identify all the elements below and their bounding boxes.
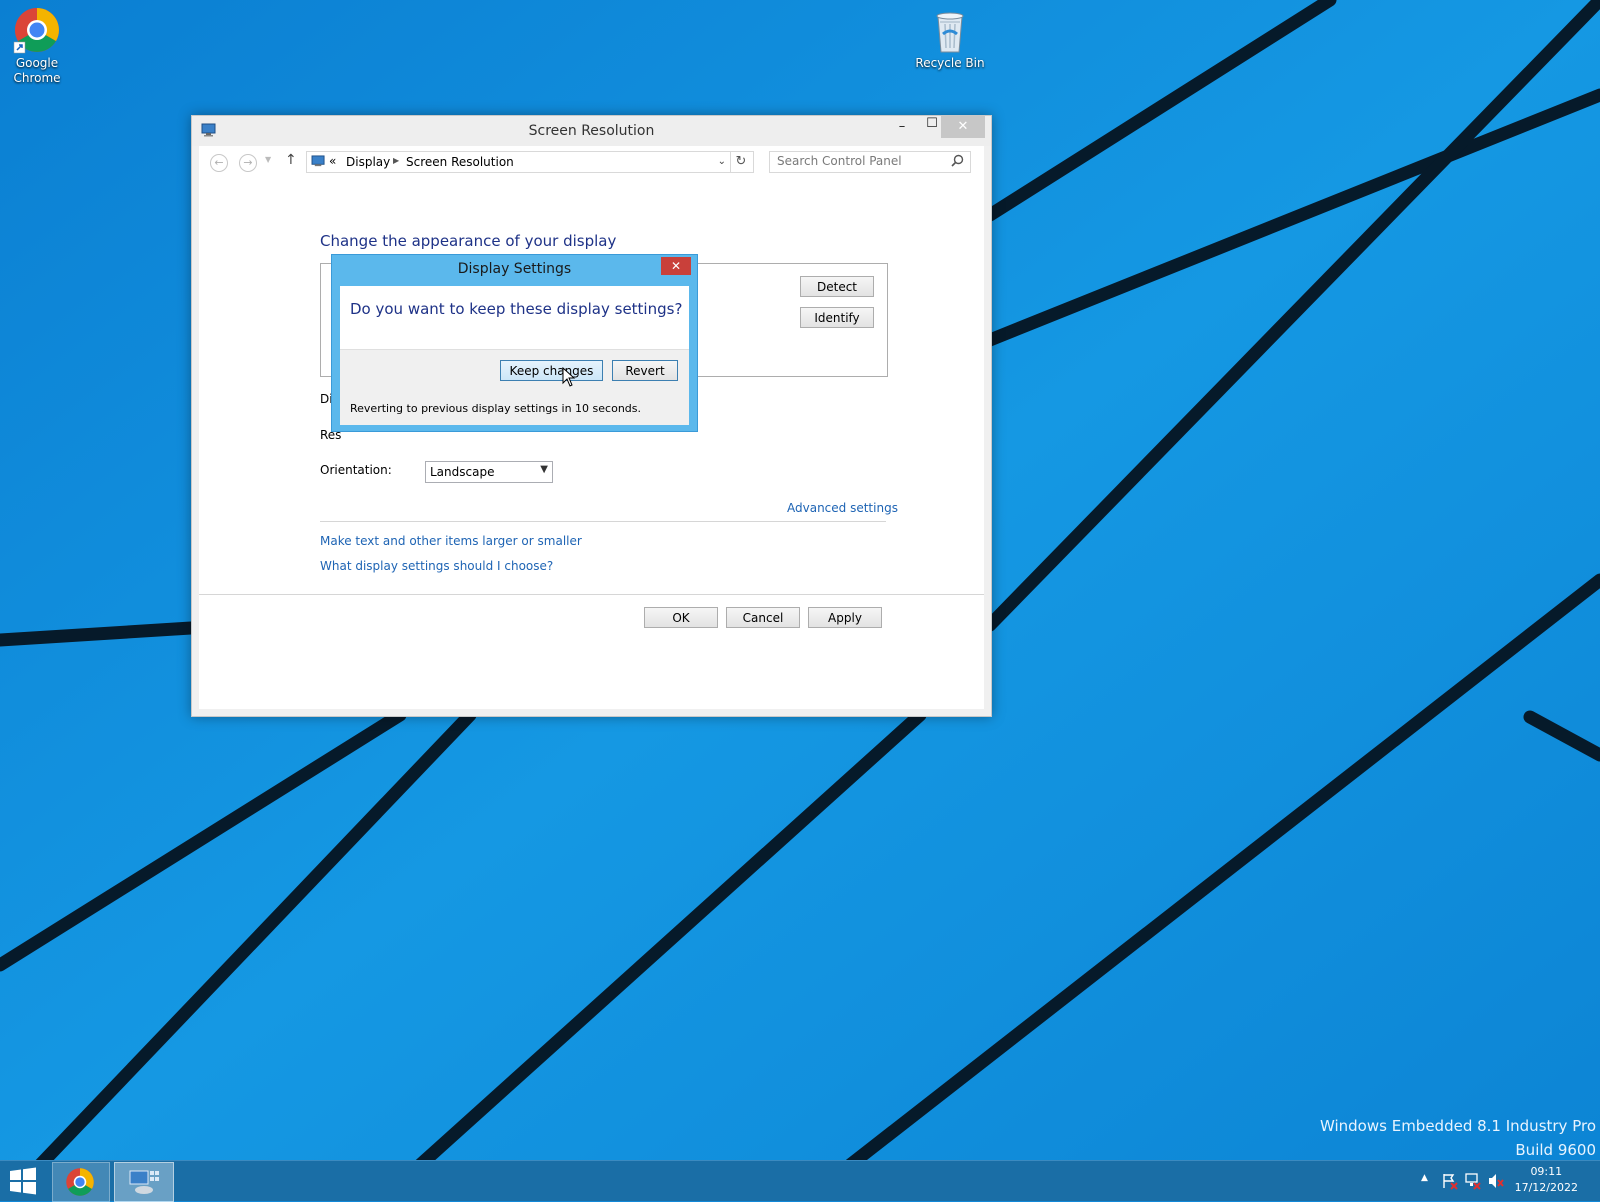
orientation-label: Orientation: — [320, 463, 392, 477]
navigation-bar: ← → ▼ ↑ « Display ▶ Screen Resolution ⌄ … — [199, 146, 984, 178]
apply-button[interactable]: Apply — [808, 607, 882, 628]
breadcrumb-display[interactable]: Display — [346, 155, 390, 169]
close-button[interactable]: ✕ — [941, 116, 985, 138]
display-settings-dialog: Display Settings ✕ Do you want to keep t… — [331, 254, 698, 432]
dialog-close-button[interactable]: ✕ — [661, 257, 691, 275]
taskbar-chrome[interactable] — [52, 1162, 110, 1202]
taskbar: ▲ 09:11 17/12/2022 — [0, 1160, 1600, 1202]
search-input[interactable] — [770, 152, 947, 170]
page-heading: Change the appearance of your display — [320, 232, 617, 250]
advanced-settings-link[interactable]: Advanced settings — [787, 501, 898, 515]
clock-date: 17/12/2022 — [1514, 1181, 1578, 1194]
identify-button[interactable]: Identify — [800, 307, 874, 328]
control-panel-icon — [311, 155, 326, 171]
windows-logo-icon — [10, 1167, 36, 1195]
recent-locations-chevron-icon[interactable]: ▼ — [265, 155, 271, 164]
mouse-cursor — [562, 367, 576, 387]
orientation-value: Landscape — [430, 465, 495, 479]
back-arrow-icon[interactable]: ← — [210, 154, 228, 172]
action-center-flag-icon[interactable] — [1441, 1172, 1459, 1190]
window-titlebar[interactable]: Screen Resolution – ☐ ✕ — [192, 116, 991, 146]
revert-button[interactable]: Revert — [612, 360, 678, 381]
revert-countdown-text: Reverting to previous display settings i… — [350, 402, 641, 415]
dialog-footer: Keep changes Revert Reverting to previou… — [340, 349, 689, 425]
taskbar-control-panel[interactable] — [114, 1162, 174, 1202]
detect-button[interactable]: Detect — [800, 276, 874, 297]
clock-time: 09:11 — [1530, 1165, 1563, 1178]
display-help-link[interactable]: What display settings should I choose? — [320, 559, 553, 573]
taskbar-clock[interactable]: 09:11 17/12/2022 — [1515, 1164, 1578, 1196]
breadcrumb-separator-icon: ▶ — [393, 156, 400, 165]
minimize-button[interactable]: – — [887, 116, 917, 138]
ok-button[interactable]: OK — [644, 607, 718, 628]
network-icon[interactable] — [1464, 1172, 1482, 1190]
keep-changes-button[interactable]: Keep changes — [500, 360, 603, 381]
volume-muted-icon[interactable] — [1487, 1172, 1505, 1190]
desktop-icon-label: Recycle Bin — [915, 56, 985, 70]
breadcrumb-screen-resolution[interactable]: Screen Resolution — [406, 155, 514, 169]
address-bar[interactable]: « Display ▶ Screen Resolution ⌄ — [306, 151, 731, 173]
forward-arrow-icon[interactable]: → — [239, 154, 257, 172]
google-chrome-icon — [13, 6, 61, 54]
show-hidden-icons-chevron-icon[interactable]: ▲ — [1421, 1173, 1428, 1183]
text-size-link[interactable]: Make text and other items larger or smal… — [320, 534, 582, 548]
chevron-down-icon: ▼ — [540, 464, 548, 475]
google-chrome-icon — [66, 1168, 94, 1196]
control-panel-icon — [129, 1170, 159, 1194]
search-icon[interactable] — [951, 154, 964, 170]
search-box — [769, 151, 971, 173]
window-title: Screen Resolution — [528, 123, 655, 139]
orientation-select[interactable]: Landscape ▼ — [425, 461, 553, 483]
address-dropdown-chevron-icon[interactable]: ⌄ — [718, 156, 726, 167]
breadcrumb-overflow[interactable]: « — [329, 154, 336, 168]
desktop-icon-recycle-bin[interactable]: Recycle Bin — [910, 6, 990, 71]
start-button[interactable] — [8, 1162, 44, 1200]
divider — [320, 521, 886, 522]
desktop-icon-label: Chrome — [13, 71, 61, 85]
up-arrow-icon[interactable]: ↑ — [285, 152, 297, 168]
build-watermark: Build 9600 — [1515, 1141, 1596, 1159]
footer-divider — [199, 594, 984, 595]
dialog-body: Do you want to keep these display settin… — [340, 286, 689, 425]
desktop-icon-label: Google — [15, 56, 59, 70]
dialog-question: Do you want to keep these display settin… — [350, 300, 683, 318]
cancel-button[interactable]: Cancel — [726, 607, 800, 628]
edition-watermark: Windows Embedded 8.1 Industry Pro — [1319, 1117, 1596, 1135]
desktop-icon-google-chrome[interactable]: Google Chrome — [0, 6, 77, 86]
recycle-bin-icon — [926, 6, 974, 54]
dialog-title: Display Settings — [457, 261, 572, 277]
refresh-button[interactable]: ↻ — [729, 151, 754, 173]
